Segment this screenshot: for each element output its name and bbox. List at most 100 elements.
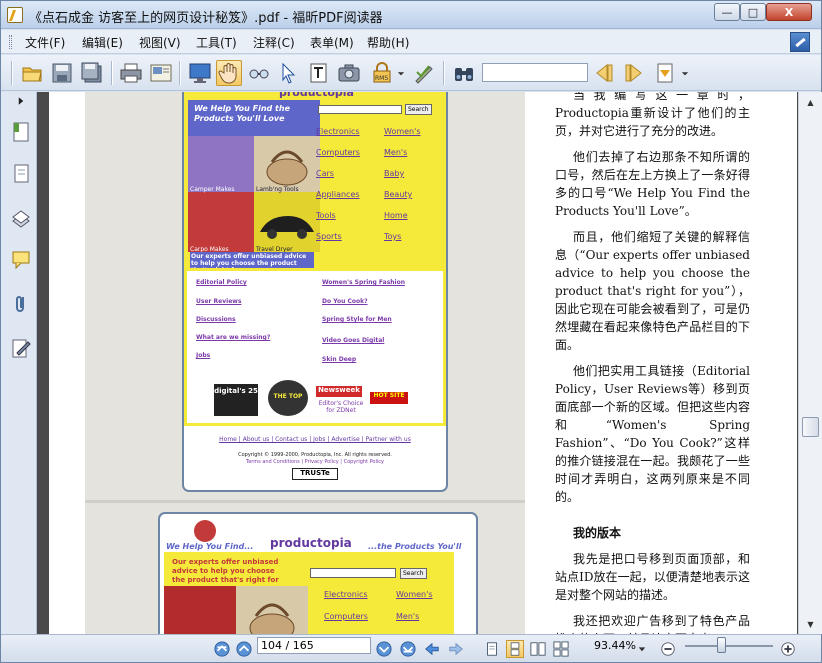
panel-expand-arrow-icon[interactable] <box>10 92 32 110</box>
site2-header-left: We Help You Find... <box>166 542 254 551</box>
menu-comment[interactable]: 注释(C) <box>253 34 295 51</box>
zoom-out-icon[interactable] <box>659 640 677 658</box>
toolbar-separator <box>443 61 445 85</box>
vertical-scrollbar[interactable]: ▲ ▼ <box>798 92 822 634</box>
site1-search-button: Search <box>405 104 432 115</box>
body-paragraph: 我先是把口号移到页面顶部，和站点ID放在一起，以便清楚地表示这是对整个网站的描述… <box>555 552 750 602</box>
go-back-arrow-icon[interactable] <box>423 640 441 658</box>
site1-footer-small: Terms and Conditions | Privacy Policy | … <box>246 459 384 465</box>
pages-thumbnail-icon[interactable] <box>10 162 32 186</box>
site1-footer-links: Home | About us | Contact us | Jobs | Ad… <box>219 436 411 443</box>
zoom-slider-handle[interactable] <box>717 637 726 653</box>
site2-photo-red <box>164 586 236 634</box>
bookmarks-panel-icon[interactable] <box>10 120 32 144</box>
menu-edit[interactable]: 编辑(E) <box>82 34 123 51</box>
site2-search-field <box>310 568 396 578</box>
chapter-text-column: 当我编写这一章时，Productopia重新设计了他们的主页，并对它进行了充分的… <box>555 92 750 634</box>
product-photo-basket <box>254 136 320 192</box>
category-link: Computers <box>316 148 360 157</box>
hero-tagline: We Help You Find the Products You'll Lov… <box>194 104 290 123</box>
maximize-button[interactable]: □ <box>740 3 766 21</box>
signatures-panel-icon[interactable] <box>10 336 32 360</box>
find-options-icon[interactable] <box>653 60 679 86</box>
fullscreen-monitor-icon[interactable] <box>187 60 213 86</box>
snapshot-camera-icon[interactable] <box>336 60 362 86</box>
find-binoculars-icon[interactable] <box>451 60 477 86</box>
menubar-grip-icon[interactable] <box>9 35 12 49</box>
feature-link: Jobs <box>196 352 211 359</box>
site2-logo-mark-icon <box>194 520 216 542</box>
facing-view-icon[interactable] <box>529 640 547 658</box>
find-next-icon[interactable] <box>621 60 647 86</box>
product-photo-car <box>254 192 320 252</box>
category-link: Appliances <box>316 190 360 199</box>
document-viewport[interactable]: productopia We Help You Find the Product… <box>37 92 798 634</box>
zoom-dropdown-arrow-icon[interactable] <box>637 640 647 658</box>
go-forward-arrow-icon[interactable] <box>447 640 465 658</box>
menu-view[interactable]: 视图(V) <box>139 34 181 51</box>
layers-panel-icon[interactable] <box>10 206 32 230</box>
toolbar-grip <box>11 61 13 85</box>
category-link: Tools <box>316 211 336 220</box>
feature-link: Women's Spring Fashion <box>322 279 405 286</box>
open-folder-icon[interactable] <box>19 60 45 86</box>
page-number-field[interactable]: 104 / 165 <box>257 637 371 654</box>
product-photo-purple <box>188 136 254 192</box>
award-digital25: digital's 25 <box>214 384 258 416</box>
hand-tool-icon[interactable] <box>216 60 242 86</box>
title-bar[interactable]: 《点石成金 访客至上的网页设计秘笈》.pdf - 福昕PDF阅读器 — □ X <box>1 1 821 29</box>
rms-lock-icon[interactable]: RMS <box>369 60 395 86</box>
save-as-icon[interactable] <box>79 60 105 86</box>
scroll-down-arrow-icon[interactable]: ▼ <box>802 616 819 632</box>
minimize-button[interactable]: — <box>714 3 740 21</box>
restore-layout-icon[interactable] <box>790 32 810 52</box>
pdf-page: productopia We Help You Find the Product… <box>49 92 797 634</box>
productopia-after-screenshot: We Help You Find... productopia ...the P… <box>158 512 478 634</box>
find-text-input[interactable] <box>482 63 588 82</box>
category-link: Women's <box>384 127 421 136</box>
comments-panel-icon[interactable] <box>10 248 32 272</box>
continuous-view-icon[interactable] <box>506 640 524 658</box>
category-link: Cars <box>316 169 334 178</box>
rms-dropdown-arrow-icon[interactable] <box>396 60 406 86</box>
navigation-panel-bar <box>1 92 37 634</box>
continuous-facing-view-icon[interactable] <box>552 640 570 658</box>
zoom-in-icon[interactable] <box>779 640 797 658</box>
site1-copyright: Copyright © 1999-2000, Productopia, Inc.… <box>238 452 392 458</box>
find-previous-icon[interactable] <box>591 60 617 86</box>
product-photo-red-bags <box>188 192 254 252</box>
select-arrow-icon[interactable] <box>275 60 301 86</box>
site2-category-link: Electronics <box>324 590 368 599</box>
page-screenshot-scan: productopia We Help You Find the Product… <box>85 92 525 634</box>
feature-link: Skin Deep <box>322 356 357 363</box>
save-icon[interactable] <box>49 60 75 86</box>
scroll-up-arrow-icon[interactable]: ▲ <box>802 94 819 110</box>
menu-tools[interactable]: 工具(T) <box>196 34 237 51</box>
print-icon[interactable] <box>118 60 144 86</box>
foxit-app-icon <box>7 7 23 23</box>
menu-form[interactable]: 表单(M) <box>310 34 354 51</box>
body-paragraph: 他们去掉了右边那条不知所谓的口号，然后在左上方换上了一条好得多的口号“We He… <box>555 150 750 218</box>
status-bar <box>1 634 821 662</box>
scroll-thumb[interactable] <box>802 417 819 437</box>
last-page-icon[interactable] <box>399 640 417 658</box>
svg-text:RMS: RMS <box>375 75 388 82</box>
select-text-icon[interactable] <box>306 60 332 86</box>
first-page-icon[interactable] <box>213 640 231 658</box>
email-doc-icon[interactable] <box>148 60 174 86</box>
previous-page-icon[interactable] <box>235 640 253 658</box>
award-hot-site: HOT SITE <box>370 392 408 404</box>
sign-pen-icon[interactable] <box>411 60 437 86</box>
productopia-before-screenshot: productopia We Help You Find the Product… <box>182 92 448 492</box>
find-options-dropdown-icon[interactable] <box>679 60 691 86</box>
close-button[interactable]: X <box>766 3 812 21</box>
menu-help[interactable]: 帮助(H) <box>367 34 409 51</box>
menu-file[interactable]: 文件(F) <box>25 34 65 51</box>
single-page-view-icon[interactable] <box>483 640 501 658</box>
category-link: Electronics <box>316 127 360 136</box>
zoom-tool-icon[interactable] <box>246 60 272 86</box>
zoom-level[interactable]: 93.44% <box>594 639 636 652</box>
next-page-icon[interactable] <box>375 640 393 658</box>
attachments-paperclip-icon[interactable] <box>10 292 32 316</box>
zoom-slider-track[interactable] <box>685 645 773 647</box>
